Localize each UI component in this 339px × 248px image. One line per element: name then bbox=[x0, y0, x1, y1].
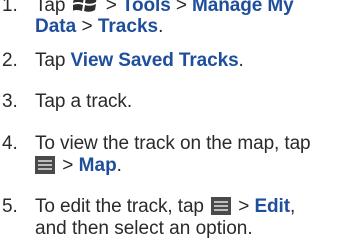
menu-icon bbox=[35, 156, 55, 180]
step-number: 5. bbox=[2, 196, 18, 217]
keyword-data: Data bbox=[35, 16, 77, 37]
step-text: Tap a track. bbox=[35, 91, 133, 112]
step-4-continuation: > Map. bbox=[35, 155, 122, 180]
punctuation: . bbox=[238, 50, 244, 71]
keyword-tools: Tools bbox=[121, 0, 171, 16]
step-3: 3. Tap a track. bbox=[2, 91, 132, 113]
step-text: To view the track on the map, tap bbox=[35, 133, 311, 154]
step-text: Tap bbox=[35, 0, 66, 16]
step-text: and then select an option. bbox=[35, 218, 253, 239]
keyword-map: Map bbox=[78, 155, 117, 176]
keyword-edit: Edit bbox=[254, 196, 290, 217]
punctuation: , bbox=[289, 196, 296, 217]
step-number: 3. bbox=[2, 91, 18, 112]
step-text: To edit the track, tap bbox=[35, 196, 204, 217]
punctuation: . bbox=[116, 155, 122, 176]
separator: > bbox=[81, 16, 93, 37]
step-number: 4. bbox=[2, 133, 18, 154]
keyword-tracks: Tracks bbox=[97, 16, 159, 37]
keyword-manage-my: Manage My bbox=[192, 0, 294, 16]
step-text: Tap bbox=[35, 50, 66, 71]
separator: > bbox=[238, 196, 250, 217]
step-4: 4. To view the track on the map, tap bbox=[2, 133, 311, 155]
step-1-continuation: Data > Tracks. bbox=[35, 16, 163, 38]
separator: > bbox=[62, 155, 74, 176]
separator: > bbox=[175, 0, 187, 16]
instruction-list: 1. Tap > Tools > Manage My Data > Tracks.… bbox=[0, 0, 339, 248]
separator: > bbox=[105, 0, 117, 16]
punctuation: . bbox=[158, 16, 164, 37]
step-5-continuation: and then select an option. bbox=[35, 218, 253, 240]
keyword-view-saved-tracks: View Saved Tracks bbox=[70, 50, 239, 71]
step-number: 1. bbox=[2, 0, 18, 16]
step-2: 2. Tap View Saved Tracks. bbox=[2, 50, 244, 72]
step-number: 2. bbox=[2, 50, 18, 71]
